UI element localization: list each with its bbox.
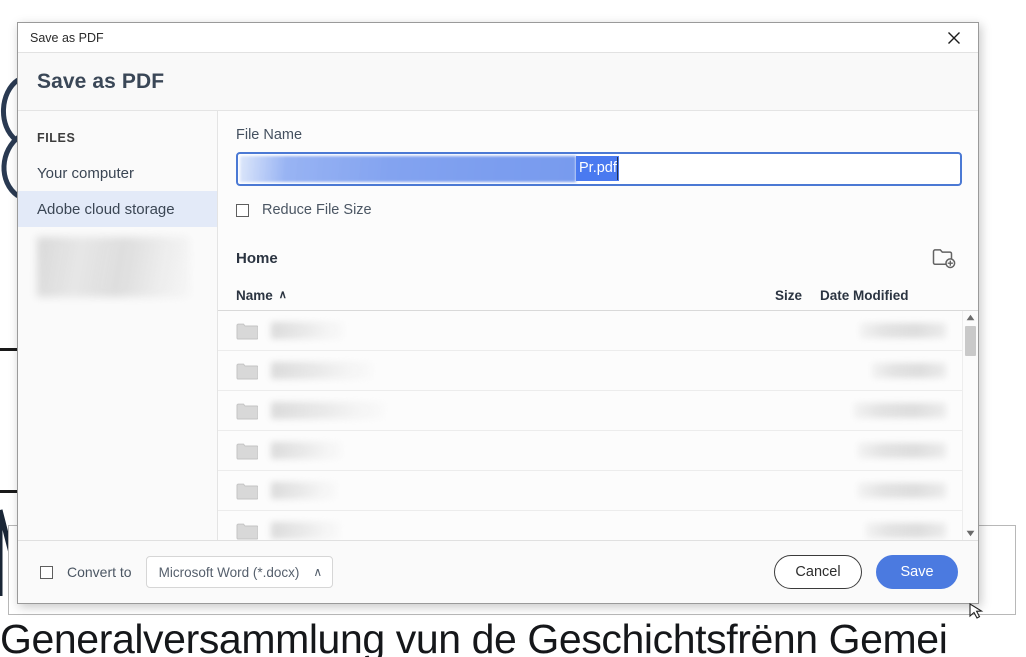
table-row[interactable]	[218, 351, 978, 391]
dialog-footer: Convert to Microsoft Word (*.docx) ∧ Can…	[18, 540, 978, 603]
location-row: Home	[236, 243, 962, 273]
table-row[interactable]	[218, 511, 978, 540]
content-pane: File Name Pr.pdf Reduce File Size Home N…	[218, 111, 978, 540]
column-header-name[interactable]: Name ∧	[236, 288, 722, 303]
convert-to-format-value: Microsoft Word (*.docx)	[158, 564, 300, 580]
folder-icon	[236, 402, 258, 420]
table-cell-name	[271, 522, 341, 539]
save-button[interactable]: Save	[876, 555, 958, 589]
filename-label: File Name	[236, 127, 303, 143]
folder-icon	[236, 522, 258, 540]
table-cell-date-modified	[858, 483, 946, 498]
close-icon[interactable]	[934, 23, 974, 52]
background-document-heading: Generalversammlung vun de Geschichtsfrën…	[0, 616, 948, 657]
convert-to-checkbox[interactable]	[40, 565, 53, 579]
reduce-file-size-checkbox[interactable]	[236, 203, 249, 217]
close-icon-svg	[948, 31, 960, 44]
sidebar-item-adobe-cloud-storage[interactable]: Adobe cloud storage	[18, 191, 217, 227]
folder-icon-svg	[236, 523, 258, 539]
table-cell-date-modified	[854, 403, 946, 418]
sidebar: FILES Your computer Adobe cloud storage	[18, 111, 218, 540]
reduce-file-size-label: Reduce File Size	[262, 202, 372, 218]
table-cell-date-modified	[858, 443, 946, 458]
sort-ascending-icon: ∧	[278, 289, 287, 301]
column-header-size-label: Size	[774, 288, 802, 303]
chevron-up-icon: ∧	[313, 565, 323, 579]
column-header-name-label: Name	[236, 288, 273, 303]
content-top: File Name Pr.pdf Reduce File Size Home	[218, 111, 978, 273]
folder-icon-svg	[236, 483, 258, 499]
current-folder-label: Home	[236, 249, 278, 267]
scrollbar-thumb[interactable]	[965, 326, 976, 356]
table-row[interactable]	[218, 391, 978, 431]
column-header-date-label: Date Modified	[820, 288, 909, 303]
file-table-header: Name ∧ Size Date Modified	[218, 281, 978, 311]
filename-input[interactable]: Pr.pdf	[236, 152, 962, 186]
dialog-header: Save as PDF	[18, 53, 978, 111]
scroll-up-icon-svg	[966, 314, 975, 321]
table-row[interactable]	[218, 311, 978, 351]
convert-to-format-dropdown[interactable]: Microsoft Word (*.docx) ∧	[145, 556, 334, 588]
new-folder-icon-svg	[932, 249, 956, 269]
table-cell-date-modified	[872, 363, 946, 378]
folder-icon	[236, 442, 258, 460]
sidebar-redacted-block	[37, 237, 189, 297]
table-cell-date-modified	[866, 523, 946, 538]
folder-icon	[236, 362, 258, 380]
scroll-down-icon[interactable]	[963, 527, 978, 540]
folder-icon	[236, 482, 258, 500]
table-cell-name	[271, 402, 385, 419]
convert-to-row[interactable]: Convert to	[40, 564, 132, 580]
folder-icon-svg	[236, 443, 258, 459]
table-cell-name	[271, 482, 337, 499]
table-cell-date-modified	[860, 323, 946, 338]
table-row[interactable]	[218, 431, 978, 471]
sidebar-item-your-computer[interactable]: Your computer	[18, 155, 217, 191]
text-caret	[617, 157, 618, 180]
sidebar-item-label: Adobe cloud storage	[37, 200, 175, 218]
dialog-titlebar-text: Save as PDF	[30, 30, 104, 45]
file-list-scrollbar[interactable]	[962, 311, 978, 540]
file-list[interactable]	[218, 311, 978, 540]
save-as-pdf-dialog: Save as PDF Save as PDF FILES Your compu…	[17, 22, 979, 604]
reduce-file-size-row[interactable]: Reduce File Size	[236, 202, 372, 218]
dialog-titlebar: Save as PDF	[18, 23, 978, 53]
dialog-body: FILES Your computer Adobe cloud storage …	[18, 111, 978, 540]
folder-icon-svg	[236, 403, 258, 419]
sidebar-item-label: Your computer	[37, 164, 135, 182]
folder-icon-svg	[236, 323, 258, 339]
scroll-up-icon[interactable]	[963, 311, 978, 324]
folder-icon-svg	[236, 363, 258, 379]
convert-to-label: Convert to	[67, 564, 132, 580]
new-folder-icon[interactable]	[928, 243, 960, 273]
filename-selection-highlight	[240, 156, 576, 182]
scroll-down-icon-svg	[966, 530, 975, 537]
file-table: Name ∧ Size Date Modified	[218, 281, 978, 540]
cancel-button[interactable]: Cancel	[774, 555, 862, 589]
filename-input-value: Pr.pdf	[576, 156, 619, 181]
column-header-size[interactable]: Size	[722, 288, 820, 303]
table-cell-name	[271, 442, 343, 459]
table-cell-name	[271, 362, 373, 379]
column-header-date-modified[interactable]: Date Modified	[820, 288, 960, 303]
table-row[interactable]	[218, 471, 978, 511]
sidebar-section-label: FILES	[37, 131, 76, 145]
table-cell-name	[271, 322, 345, 339]
folder-icon	[236, 322, 258, 340]
page-title: Save as PDF	[37, 69, 165, 93]
